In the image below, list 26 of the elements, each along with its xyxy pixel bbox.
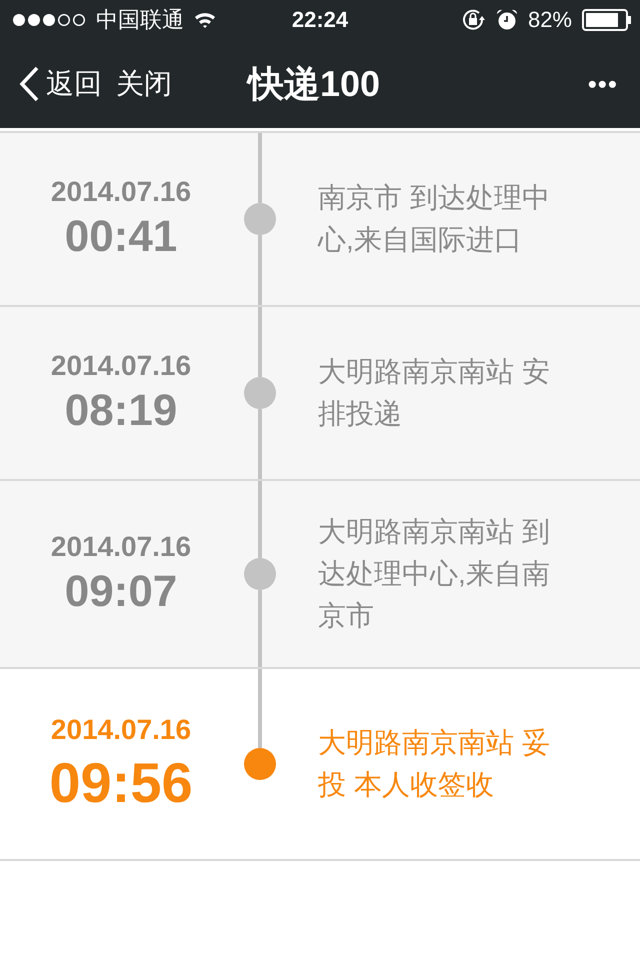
event-time: 08:19	[64, 386, 178, 436]
event-description: 大明路南京南站 安排投递	[318, 355, 551, 431]
rotation-lock-icon	[462, 9, 486, 31]
carrier-name: 中国联通	[96, 6, 184, 34]
battery-percent: 82%	[528, 7, 572, 33]
event-time: 09:56	[49, 750, 193, 814]
event-time: 00:41	[64, 212, 178, 262]
page-title: 快递100	[248, 62, 380, 106]
back-button[interactable]: 返回	[18, 65, 102, 103]
alarm-icon	[496, 9, 518, 31]
event-date: 2014.07.16	[50, 176, 192, 208]
event-description: 大明路南京南站 到达处理中心,来自南京市	[318, 515, 551, 633]
more-button[interactable]: •••	[588, 68, 618, 100]
event-date: 2014.07.16	[50, 350, 192, 382]
chevron-left-icon	[18, 66, 40, 102]
close-button[interactable]: 关闭	[116, 65, 172, 103]
event-description: 南京市 到达处理中心,来自国际进口	[318, 181, 551, 257]
event-date: 2014.07.16	[50, 714, 192, 746]
event-time: 09:07	[64, 567, 178, 617]
signal-icon	[12, 13, 86, 27]
battery-icon	[582, 9, 632, 31]
event-description: 大明路南京南站 妥投 本人收签收	[318, 726, 551, 802]
event-date: 2014.07.16	[50, 531, 192, 563]
clock-time: 22:24	[292, 7, 348, 33]
wifi-icon	[194, 12, 216, 28]
timeline-dot	[244, 748, 276, 780]
